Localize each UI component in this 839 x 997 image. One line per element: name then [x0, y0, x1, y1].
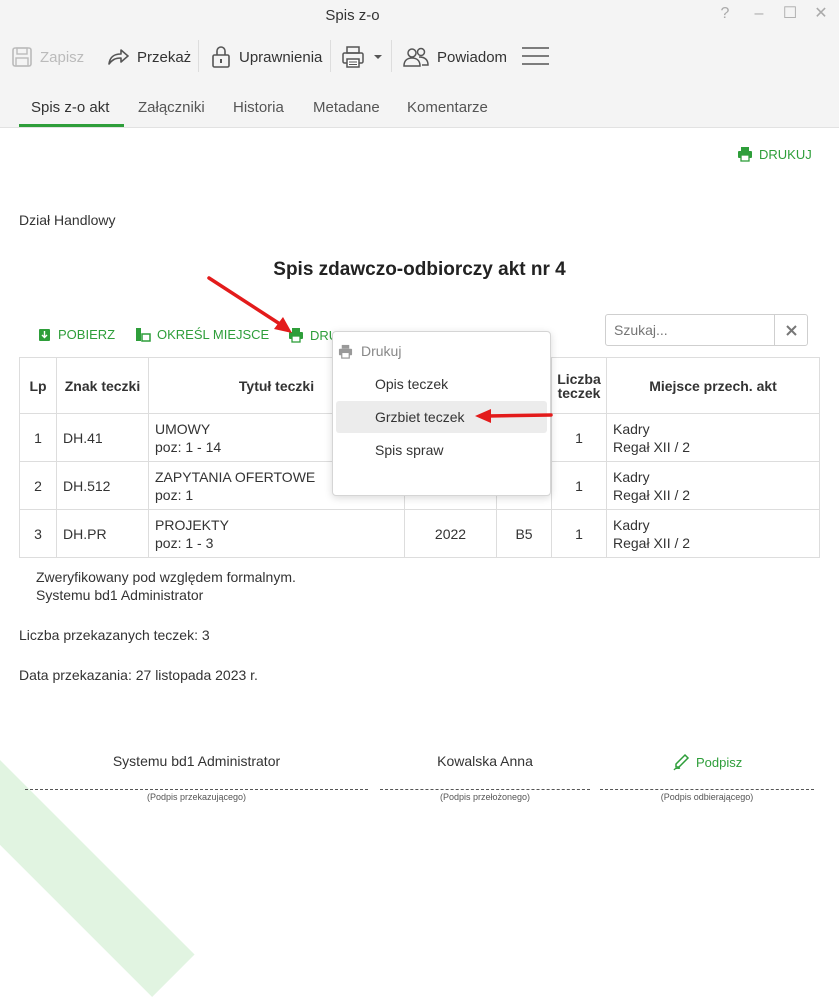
signature-line — [600, 789, 814, 790]
signature-line — [380, 789, 590, 790]
verification-note: Zweryfikowany pod względem formalnym. — [36, 569, 296, 585]
pen-icon — [673, 753, 690, 771]
supervisor-caption: (Podpis przełożonego) — [439, 792, 531, 802]
giver-name: Systemu bd1 Administrator — [112, 753, 281, 769]
annotation-arrows — [207, 276, 553, 423]
sign-label: Podpisz — [696, 754, 743, 770]
verifier-name: Systemu bd1 Administrator — [36, 587, 204, 603]
sign-button[interactable]: Podpisz — [672, 753, 742, 771]
giver-caption: (Podpis przekazującego) — [146, 792, 247, 802]
signature-line — [25, 789, 368, 790]
supervisor-name: Kowalska Anna — [437, 753, 533, 769]
files-count: Liczba przekazanych teczek: 3 — [19, 627, 210, 643]
transfer-date: Data przekazania: 27 listopada 2023 r. — [19, 667, 258, 683]
receiver-caption: (Podpis odbierającego) — [660, 792, 754, 802]
